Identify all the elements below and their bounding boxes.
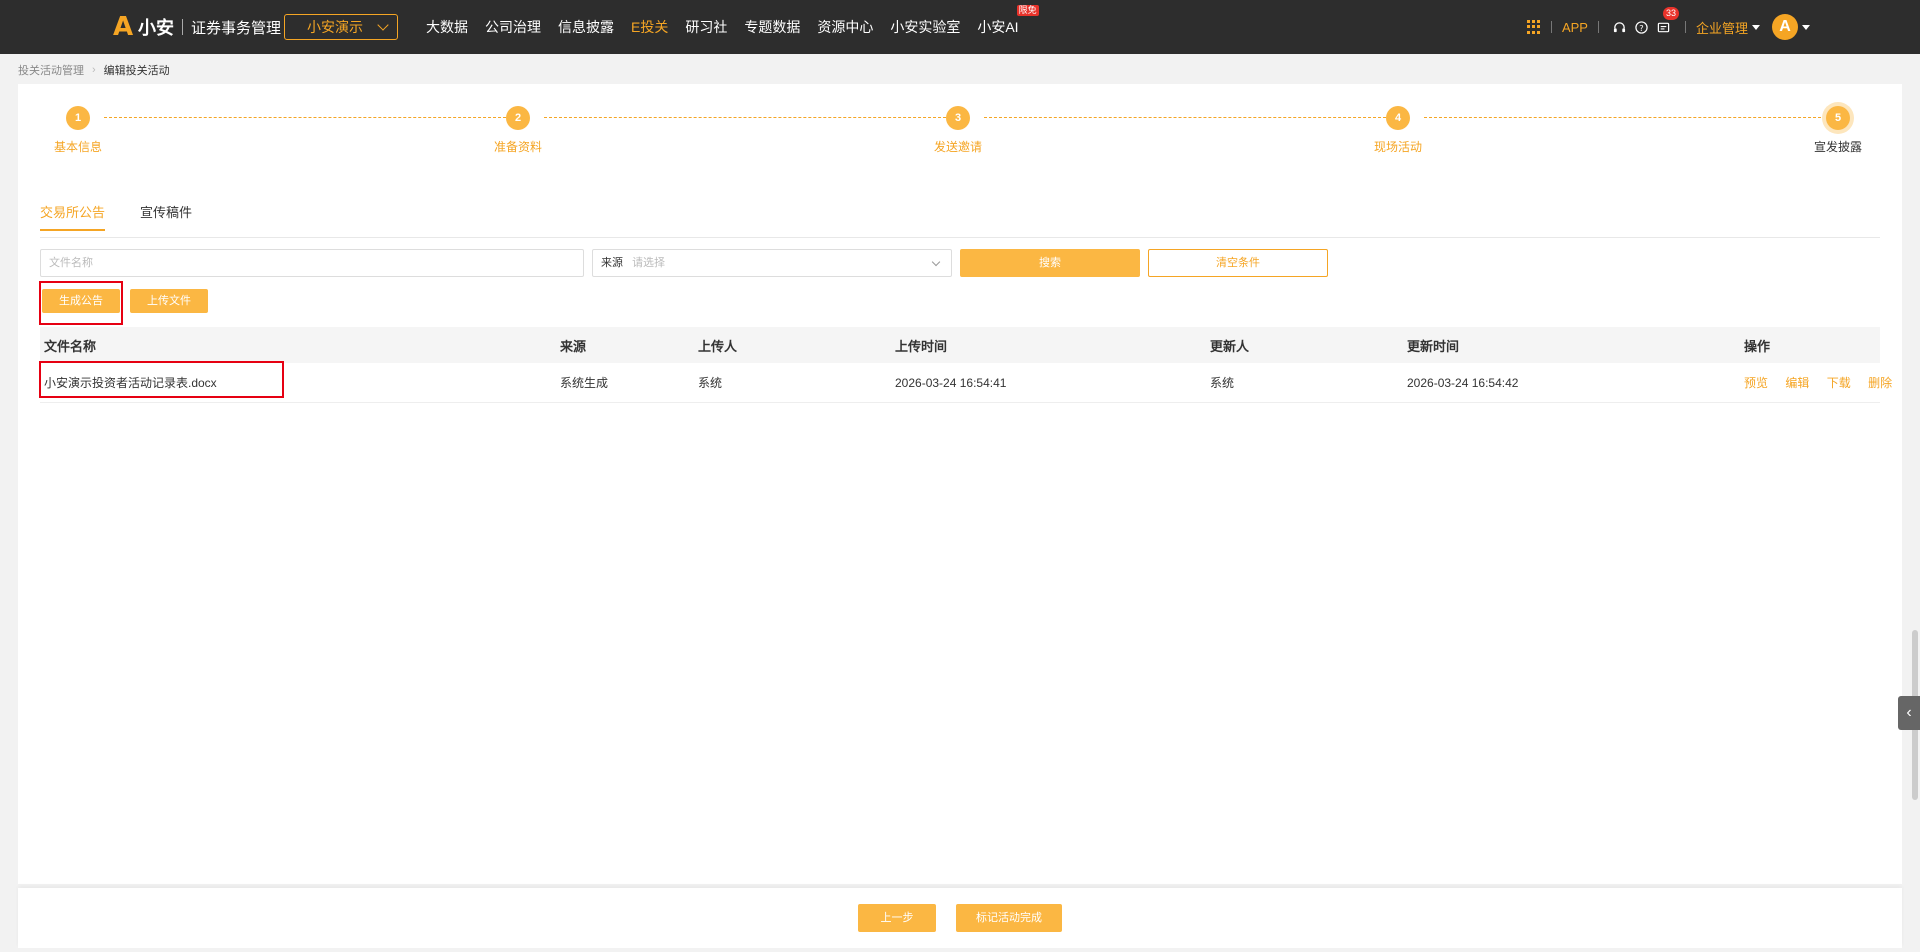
step-5-label[interactable]: 宣发披露 [1814,138,1862,155]
company-selector-value: 小安演示 [307,19,363,35]
step-3-dot[interactable]: 3 [946,106,970,130]
source-cell: 系统生成 [560,376,609,390]
step-connector [1424,117,1826,118]
main-panel: 1 基本信息 2 准备资料 3 发送邀请 4 现场活动 5 宣发披露 交易所公告… [18,84,1902,884]
message-icon[interactable]: 33 [1657,7,1679,34]
doc-tabs: 交易所公告 宣传稿件 [40,202,1880,238]
source-label: 来源 [601,257,623,269]
edit-link[interactable]: 编辑 [1785,376,1809,390]
app-link[interactable]: APP [1562,20,1588,35]
nav-item-bigdata[interactable]: 大数据 [426,17,468,37]
updater-cell: 系统 [1210,376,1235,390]
enterprise-menu-label: 企业管理 [1695,20,1748,36]
file-table: 文件名称 来源 上传人 上传时间 更新人 更新时间 操作 小安演示投资者活动记录… [40,327,1892,403]
avatar[interactable]: A [1772,14,1798,40]
file-name-input[interactable]: 文件名称 [40,249,584,277]
nav-item-topic-data[interactable]: 专题数据 [744,17,800,37]
svg-text:?: ? [1640,22,1644,32]
step-1-label[interactable]: 基本信息 [54,138,102,155]
collapse-panel-button[interactable]: ‹ [1898,696,1920,730]
step-2-dot[interactable]: 2 [506,106,530,130]
caret-down-icon[interactable] [1802,24,1810,30]
previous-step-button[interactable]: 上一步 [858,904,936,932]
generate-announcement-button[interactable]: 生成公告 [42,289,120,313]
main-nav: 大数据 公司治理 信息披露 E投关 研习社 专题数据 资源中心 小安实验室 小安… [426,0,1039,54]
headset-icon[interactable] [1613,20,1627,34]
breadcrumb-current: 编辑投关活动 [103,65,170,77]
update-time-cell: 2026-03-24 16:54:42 [1407,375,1519,390]
breadcrumb-parent[interactable]: 投关活动管理 [18,62,84,78]
table-row: 小安演示投资者活动记录表.docx 系统生成 系统 2026-03-24 16:… [40,363,1892,403]
chevron-right-icon: › [92,64,96,76]
source-select[interactable]: 来源 请选择 [592,249,952,277]
actions-cell: 预览 编辑 下载 删除 [1744,374,1906,391]
nav-item-academy[interactable]: 研习社 [685,17,727,37]
chevron-left-icon: ‹ [1906,704,1912,721]
message-count-badge: 33 [1662,7,1679,20]
col-actions: 操作 [1744,338,1771,354]
divider [1597,21,1599,33]
product-name: 证券事务管理 [191,19,282,37]
col-updater: 更新人 [1210,338,1250,354]
step-4-label[interactable]: 现场活动 [1374,138,1422,155]
step-connector [104,117,506,118]
col-upload-time: 上传时间 [895,338,948,354]
chevron-down-icon [377,19,389,31]
nav-item-e-ir[interactable]: E投关 [631,17,668,37]
step-connector [544,117,946,118]
chevron-down-icon [931,257,941,267]
preview-link[interactable]: 预览 [1744,376,1768,390]
divider [1684,21,1686,33]
apps-grid-icon[interactable] [1526,20,1541,34]
progress-steps: 1 基本信息 2 准备资料 3 发送邀请 4 现场活动 5 宣发披露 [18,84,1902,164]
upload-file-button[interactable]: 上传文件 [130,289,208,313]
col-uploader: 上传人 [698,338,738,354]
col-update-time: 更新时间 [1407,338,1460,354]
mark-complete-button[interactable]: 标记活动完成 [956,904,1062,932]
delete-link[interactable]: 删除 [1868,376,1892,390]
step-3-label[interactable]: 发送邀请 [934,138,982,155]
nav-item-ai[interactable]: 小安AI 限免 [977,5,1039,37]
step-connector [984,117,1386,118]
uploader-cell: 系统 [698,376,723,390]
download-link[interactable]: 下载 [1827,376,1851,390]
source-placeholder: 请选择 [632,257,666,269]
caret-down-icon [1752,24,1760,30]
brand-name: 小安 [138,18,174,38]
header-tools: APP ? 33 企业管理 A [1526,0,1810,54]
logo-mark-icon: A [112,12,134,42]
step-4-dot[interactable]: 4 [1386,106,1410,130]
file-name-cell[interactable]: 小安演示投资者活动记录表.docx [44,374,217,391]
nav-item-resource-center[interactable]: 资源中心 [817,17,873,37]
table-header: 文件名称 来源 上传人 上传时间 更新人 更新时间 操作 [40,327,1880,363]
col-file-name: 文件名称 [44,338,97,354]
free-badge: 限免 [1016,5,1039,16]
logo-divider [182,19,183,35]
help-icon[interactable]: ? [1635,20,1649,34]
nav-item-governance[interactable]: 公司治理 [485,17,541,37]
search-button[interactable]: 搜索 [960,249,1140,277]
step-5-dot[interactable]: 5 [1826,106,1850,130]
tab-exchange-announcement[interactable]: 交易所公告 [40,202,106,231]
divider [1550,21,1552,33]
step-2-label[interactable]: 准备资料 [494,138,542,155]
nav-item-lab[interactable]: 小安实验室 [890,17,960,37]
company-selector[interactable]: 小安演示 [284,14,398,40]
tab-press-release[interactable]: 宣传稿件 [140,202,192,229]
top-navigation-bar: A 小安 证券事务管理 小安演示 大数据 公司治理 信息披露 E投关 研习社 专… [0,0,1920,54]
clear-filters-button[interactable]: 清空条件 [1148,249,1328,277]
upload-time-cell: 2026-03-24 16:54:41 [895,375,1007,390]
bottom-action-bar: 上一步 标记活动完成 [18,888,1902,948]
nav-item-disclosure[interactable]: 信息披露 [558,17,614,37]
col-source: 来源 [560,338,587,354]
enterprise-menu[interactable]: 企业管理 [1696,18,1760,37]
brand-logo[interactable]: A 小安 证券事务管理 [112,12,281,42]
nav-item-ai-label: 小安AI [977,19,1019,35]
step-1-dot[interactable]: 1 [66,106,90,130]
breadcrumb: 投关活动管理 › 编辑投关活动 [18,62,170,78]
